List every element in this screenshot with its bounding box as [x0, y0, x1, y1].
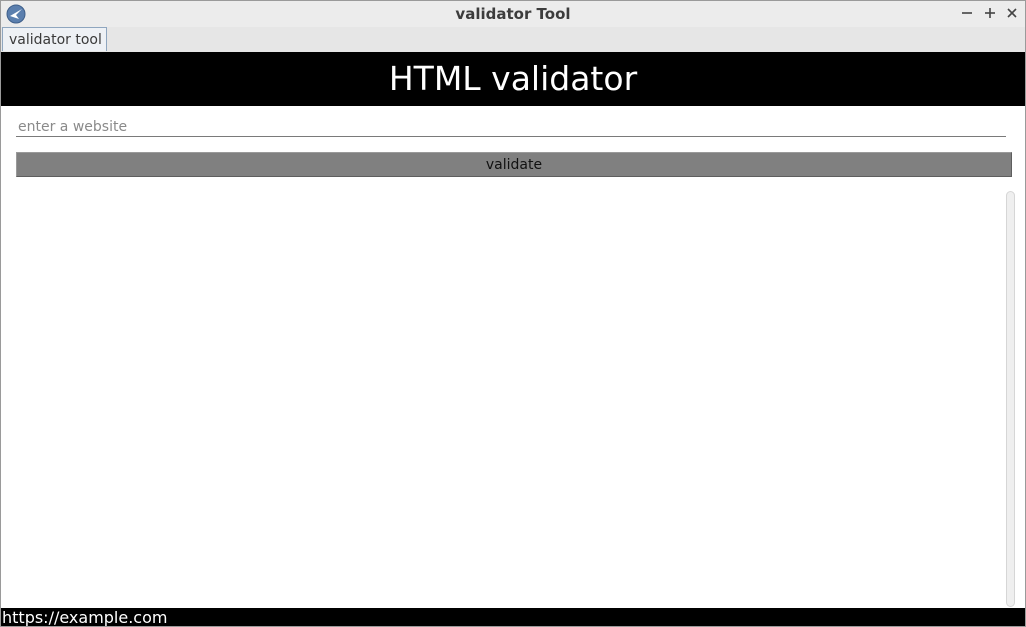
status-bar: https://example.com	[1, 608, 1025, 626]
tab-validator-tool[interactable]: validator tool	[2, 27, 107, 51]
window-title: validator Tool	[455, 5, 571, 23]
validate-button[interactable]: validate	[16, 152, 1012, 177]
maximize-icon[interactable]	[981, 4, 999, 22]
title-bar: validator Tool	[1, 1, 1025, 27]
validation-output[interactable]	[1, 185, 1005, 607]
website-input[interactable]	[16, 117, 1006, 137]
minimize-icon[interactable]	[958, 4, 976, 22]
close-icon[interactable]	[1003, 4, 1021, 22]
app-window: validator Tool validator tool HTML valid…	[0, 0, 1026, 627]
tab-strip: validator tool	[1, 27, 1025, 52]
page-title: HTML validator	[1, 52, 1025, 106]
output-scrollbar[interactable]	[1006, 191, 1015, 607]
